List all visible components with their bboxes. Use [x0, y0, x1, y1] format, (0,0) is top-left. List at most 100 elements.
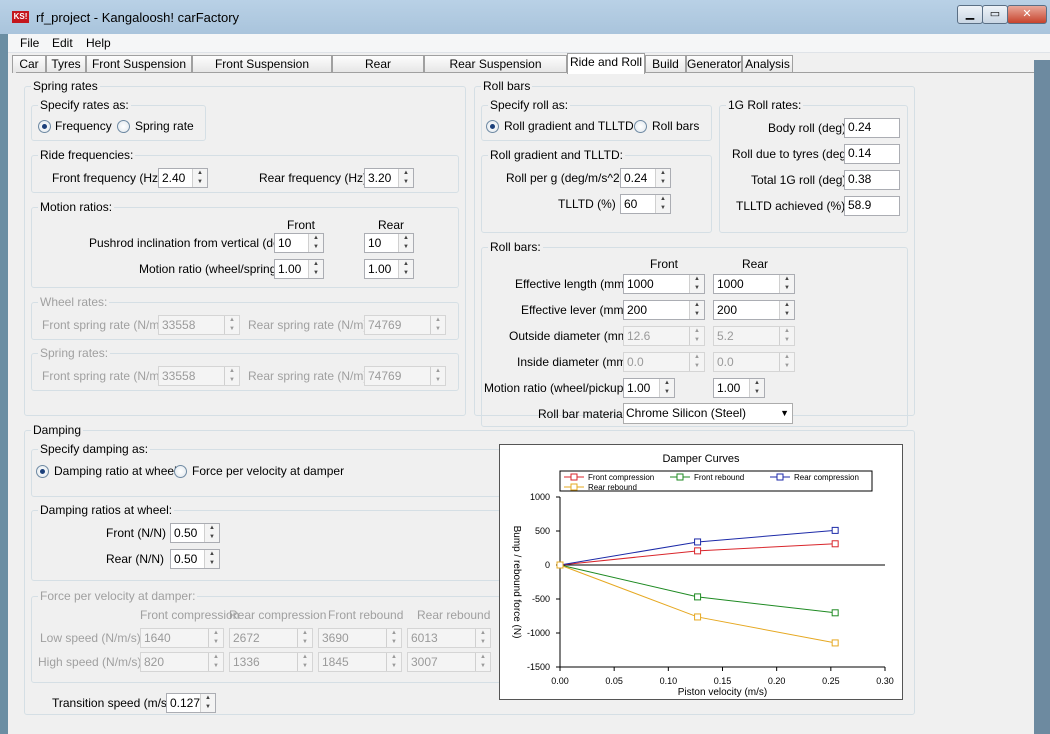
spinner-arrows-icon[interactable]: ▲ ▼ [659, 379, 674, 397]
rollbar-motion-ratio-label: Motion ratio (wheel/pickup) [484, 381, 628, 395]
chart-title: Damper Curves [662, 453, 740, 465]
tab-car[interactable]: Car [12, 55, 46, 73]
spinner-arrows-icon[interactable]: ▲ ▼ [689, 275, 704, 293]
roll-bars-radio[interactable] [634, 120, 647, 133]
inside-diameter-label: Inside diameter (mm) [517, 355, 631, 369]
app-window: File Edit Help Car Tyres Front Suspensio… [8, 34, 1050, 734]
rollbar-motion-rear-input[interactable]: 1.00 ▲ ▼ [713, 378, 765, 398]
spinner-arrows-icon[interactable]: ▲ ▼ [204, 524, 219, 542]
spring-front-rate-label: Front spring rate (N/m) [42, 369, 164, 383]
wheel-rates-legend: Wheel rates: [38, 295, 110, 309]
tab-analysis[interactable]: Analysis [742, 55, 793, 73]
effective-lever-front-input[interactable]: 200 ▲ ▼ [623, 300, 705, 320]
transition-speed-label: Transition speed (m/s) [52, 696, 171, 710]
tab-rear-suspension[interactable]: Rear Suspension [332, 55, 424, 87]
tab-rear-suspension-solutions[interactable]: Rear Suspension Solutions [424, 55, 567, 87]
motion-ratios-legend: Motion ratios: [38, 200, 115, 214]
front-frequency-input[interactable]: 2.40 ▲ ▼ [158, 168, 208, 188]
transition-speed-input[interactable]: 0.127 ▲ ▼ [166, 693, 216, 713]
legend-marker-0 [570, 473, 578, 481]
spring-rates-legend: Spring rates [31, 79, 100, 93]
damping-group: Damping Specify damping as: Damping rati… [24, 423, 915, 715]
force-front-compression-header: Front compression [140, 608, 240, 622]
force-rear-compression-header: Rear compression [229, 608, 327, 622]
tab-front-suspension-solutions[interactable]: Front Suspension Solutions [192, 55, 332, 87]
roll-gradient-radio[interactable] [486, 120, 499, 133]
force-per-velocity-legend: Force per velocity at damper: [38, 589, 198, 603]
motion-ratios-group: Motion ratios: Front Rear Pushrod inclin… [31, 200, 459, 288]
pushrod-rear-input[interactable]: 10 ▲ ▼ [364, 233, 414, 253]
x-tick-label-1: 0.05 [605, 676, 623, 686]
motion-ratio-rear-input[interactable]: 1.00 ▲ ▼ [364, 259, 414, 279]
damping-front-input[interactable]: 0.50 ▲ ▼ [170, 523, 220, 543]
spinner-arrows-icon[interactable]: ▲ ▼ [398, 260, 413, 278]
series-point-1-2 [831, 609, 839, 617]
motion-ratio-label: Motion ratio (wheel/spring) [139, 262, 281, 276]
roll-due-to-tyres-label: Roll due to tyres (deg) [732, 147, 851, 161]
spinner-arrows-icon[interactable]: ▲ ▼ [398, 234, 413, 252]
rollbar-motion-front-input[interactable]: 1.00 ▲ ▼ [623, 378, 675, 398]
x-tick-label-4: 0.20 [768, 676, 786, 686]
menu-file[interactable]: File [20, 36, 39, 50]
roll-bars-sub-group: Roll bars: Front Rear Effective length (… [481, 240, 908, 427]
total-1g-roll-value: 0.38 [844, 170, 900, 190]
pushrod-front-input[interactable]: 10 ▲ ▼ [274, 233, 324, 253]
rollbar-front-header: Front [650, 257, 679, 271]
spinner-arrows-icon[interactable]: ▲ ▼ [749, 379, 764, 397]
roll-per-g-label: Roll per g (deg/m/s^2) [506, 171, 624, 185]
tlltd-input[interactable]: 60 ▲ ▼ [620, 194, 671, 214]
maximize-button[interactable]: ▭ [982, 5, 1008, 24]
damping-rear-input[interactable]: 0.50 ▲ ▼ [170, 549, 220, 569]
spring-rates-group: Spring rates Specify rates as: Frequency… [24, 79, 466, 416]
spinner-arrows-icon[interactable]: ▲ ▼ [192, 169, 207, 187]
legend-label-0: Front compression [588, 473, 654, 482]
high-rear-rebound-input: 3007 ▲ ▼ [407, 652, 491, 672]
tab-generator[interactable]: Generator [686, 55, 742, 73]
spinner-arrows-icon[interactable]: ▲ ▼ [689, 301, 704, 319]
low-front-rebound-input: 3690 ▲ ▼ [318, 628, 402, 648]
dropdown-arrow-icon[interactable]: ▼ [780, 404, 789, 422]
spinner-arrows-icon[interactable]: ▲ ▼ [308, 234, 323, 252]
effective-lever-rear-input[interactable]: 200 ▲ ▼ [713, 300, 795, 320]
minimize-button[interactable]: ▁ [957, 5, 983, 24]
close-button[interactable]: ✕ [1007, 5, 1047, 24]
tab-build[interactable]: Build [645, 55, 686, 73]
effective-length-rear-input[interactable]: 1000 ▲ ▼ [713, 274, 795, 294]
y-tick-label-2: 0 [545, 560, 550, 570]
high-front-rebound-input: 1845 ▲ ▼ [318, 652, 402, 672]
force-front-rebound-header: Front rebound [328, 608, 404, 622]
spinner-arrows-icon[interactable]: ▲ ▼ [308, 260, 323, 278]
spring-rate-radio[interactable] [117, 120, 130, 133]
spinner-arrows-icon[interactable]: ▲ ▼ [204, 550, 219, 568]
effective-length-front-input[interactable]: 1000 ▲ ▼ [623, 274, 705, 294]
spinner-arrows-icon[interactable]: ▲ ▼ [655, 195, 670, 213]
x-axis-label: Piston velocity (m/s) [678, 687, 767, 698]
spinner-arrows-icon[interactable]: ▲ ▼ [398, 169, 413, 187]
spinner-arrows-icon[interactable]: ▲ ▼ [655, 169, 670, 187]
tab-front-suspension[interactable]: Front Suspension [86, 55, 192, 73]
wheel-rear-rate-label: Rear spring rate (N/m) [248, 318, 368, 332]
series-point-0-1 [694, 547, 702, 555]
x-tick-label-5: 0.25 [822, 676, 840, 686]
tab-ride-and-roll[interactable]: Ride and Roll [567, 53, 645, 74]
spinner-arrows-icon[interactable]: ▲ ▼ [779, 275, 794, 293]
roll-bar-material-select[interactable]: Chrome Silicon (Steel) ▼ [623, 403, 793, 424]
x-tick-label-2: 0.10 [660, 676, 678, 686]
menu-edit[interactable]: Edit [52, 36, 73, 50]
roll-bars-group: Roll bars Specify roll as: Roll gradient… [474, 79, 915, 427]
damping-ratio-radio-label: Damping ratio at wheel [54, 464, 177, 478]
y-tick-label-0: 1000 [530, 492, 550, 502]
tab-tyres[interactable]: Tyres [46, 55, 86, 73]
damping-ratio-radio[interactable] [36, 465, 49, 478]
title-bar: KS! rf_project - Kangaloosh! carFactory … [0, 0, 1050, 34]
menu-help[interactable]: Help [86, 36, 111, 50]
spinner-arrows-icon[interactable]: ▲ ▼ [779, 301, 794, 319]
motion-front-header: Front [287, 218, 316, 232]
outside-diameter-front-input: 12.6 ▲ ▼ [623, 326, 705, 346]
motion-ratio-front-input[interactable]: 1.00 ▲ ▼ [274, 259, 324, 279]
rear-frequency-input[interactable]: 3.20 ▲ ▼ [364, 168, 414, 188]
roll-per-g-input[interactable]: 0.24 ▲ ▼ [620, 168, 671, 188]
force-per-velocity-radio[interactable] [174, 465, 187, 478]
spinner-arrows-icon[interactable]: ▲ ▼ [200, 694, 215, 712]
frequency-radio[interactable] [38, 120, 51, 133]
